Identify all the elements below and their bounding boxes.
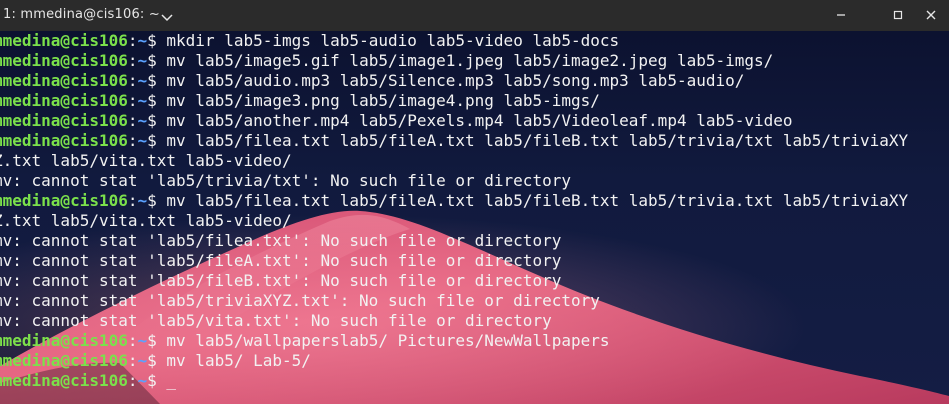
prompt-user: mmedina@cis106 [0, 331, 128, 350]
terminal-error-line: mv: cannot stat 'lab5/trivia/txt': No su… [0, 171, 571, 190]
command-text: mv lab5/ Lab-5/ [166, 351, 311, 370]
command-text: mv lab5/wallpaperslab5/ Pictures/NewWall… [166, 331, 610, 350]
command-text: mv lab5/another.mp4 lab5/Pexels.mp4 lab5… [166, 111, 793, 130]
prompt-user: mmedina@cis106 [0, 131, 128, 150]
terminal-area[interactable]: mmedina@cis106:~$ mkdir lab5-imgs lab5-a… [0, 31, 949, 404]
prompt-user: mmedina@cis106 [0, 31, 128, 50]
terminal-output-line: Z.txt lab5/vita.txt lab5-video/ [0, 211, 292, 230]
command-text: mv lab5/audio.mp3 lab5/Silence.mp3 lab5/… [166, 71, 745, 90]
prompt-user: mmedina@cis106 [0, 51, 128, 70]
terminal-error-line: mv: cannot stat 'lab5/triviaXYZ.txt': No… [0, 291, 600, 310]
text-cursor: _ [166, 371, 177, 390]
terminal-line: mmedina@cis106:~$ mv lab5/another.mp4 la… [0, 111, 908, 131]
terminal-line: mmedina@cis106:~$ mkdir lab5-imgs lab5-a… [0, 31, 908, 51]
terminal-line: mmedina@cis106:~$ mv lab5/audio.mp3 lab5… [0, 71, 908, 91]
prompt-path: ~ [137, 371, 148, 390]
window-titlebar: 1: mmedina@cis106: ~ [0, 0, 949, 31]
command-text: mv lab5/image3.png lab5/image4.png lab5-… [166, 91, 600, 110]
terminal-error-line: mv: cannot stat 'lab5/fileA.txt': No suc… [0, 251, 562, 270]
tab-title[interactable]: 1: mmedina@cis106: ~ [3, 7, 160, 22]
terminal-line: mmedina@cis106:~$ mv lab5/wallpaperslab5… [0, 331, 908, 351]
terminal-line: mmedina@cis106:~$ mv lab5/ Lab-5/ [0, 351, 908, 371]
prompt-user: mmedina@cis106 [0, 371, 128, 390]
terminal-output: mmedina@cis106:~$ mkdir lab5-imgs lab5-a… [0, 31, 908, 391]
prompt-user: mmedina@cis106 [0, 111, 128, 130]
prompt-path: ~ [137, 31, 148, 50]
prompt-path: ~ [137, 91, 148, 110]
terminal-line: mmedina@cis106:~$ mv lab5/filea.txt lab5… [0, 131, 908, 151]
prompt-path: ~ [137, 131, 148, 150]
terminal-error-line: mv: cannot stat 'lab5/vita.txt': No such… [0, 311, 552, 330]
prompt-path: ~ [137, 51, 148, 70]
command-text: mv lab5/image5.gif lab5/image1.jpeg lab5… [166, 51, 774, 70]
prompt-path: ~ [137, 351, 148, 370]
prompt-path: ~ [137, 71, 148, 90]
terminal-line: mmedina@cis106:~$ mv lab5/filea.txt lab5… [0, 191, 908, 211]
terminal-line: mmedina@cis106:~$ mv lab5/image3.png lab… [0, 91, 908, 111]
command-text: mkdir lab5-imgs lab5-audio lab5-video la… [166, 31, 620, 50]
prompt-path: ~ [137, 191, 148, 210]
prompt-user: mmedina@cis106 [0, 351, 128, 370]
terminal-line-current[interactable]: mmedina@cis106:~$ _ [0, 371, 908, 391]
terminal-output-line: Z.txt lab5/vita.txt lab5-video/ [0, 151, 292, 170]
terminal-line: mmedina@cis106:~$ mv lab5/image5.gif lab… [0, 51, 908, 71]
terminal-error-line: mv: cannot stat 'lab5/fileB.txt': No suc… [0, 271, 562, 290]
minimize-icon[interactable] [831, 6, 851, 24]
command-text: mv lab5/filea.txt lab5/fileA.txt lab5/fi… [166, 131, 909, 150]
prompt-path: ~ [137, 331, 148, 350]
maximize-icon[interactable] [888, 6, 908, 24]
close-icon[interactable] [921, 6, 941, 24]
prompt-user: mmedina@cis106 [0, 71, 128, 90]
chevron-down-icon[interactable] [161, 8, 173, 22]
prompt-user: mmedina@cis106 [0, 91, 128, 110]
prompt-path: ~ [137, 111, 148, 130]
terminal-error-line: mv: cannot stat 'lab5/filea.txt': No suc… [0, 231, 562, 250]
command-text: mv lab5/filea.txt lab5/fileA.txt lab5/fi… [166, 191, 909, 210]
prompt-user: mmedina@cis106 [0, 191, 128, 210]
